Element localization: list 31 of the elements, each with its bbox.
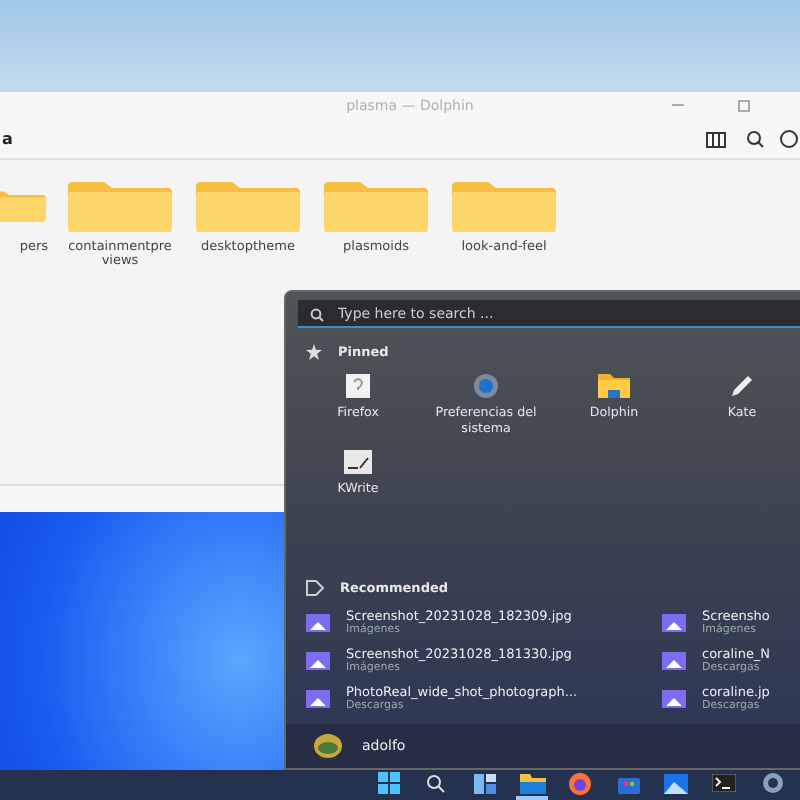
unknown-app-icon: [344, 372, 372, 400]
image-file-icon: [306, 689, 330, 707]
star-icon: [306, 344, 322, 360]
breadcrumb[interactable]: a: [2, 130, 706, 148]
folder-icon: [320, 180, 432, 232]
windows-logo-icon: [377, 772, 399, 794]
terminal-icon: [712, 774, 736, 792]
text-editor-icon: [342, 448, 374, 477]
image-file-icon: [662, 651, 686, 669]
avatar-icon: [314, 734, 342, 758]
folder-icon: [519, 773, 545, 793]
taskbar-button[interactable]: [516, 770, 548, 800]
columns-view-icon[interactable]: [706, 131, 726, 147]
taskbar-button[interactable]: [372, 770, 404, 800]
store-bag-icon: [617, 773, 639, 793]
widgets-icon: [473, 773, 495, 793]
mountain-photo-icon: [664, 773, 688, 793]
image-file-icon: [662, 613, 686, 631]
folder-icon: [448, 180, 560, 232]
pencil-icon: [728, 372, 756, 400]
image-file-icon: [662, 689, 686, 707]
search-icon: [310, 307, 324, 321]
image-file-icon: [306, 651, 330, 669]
search-icon: [426, 773, 446, 793]
folder-icon: [596, 372, 632, 400]
tag-icon: [306, 580, 324, 596]
menu-icon[interactable]: [780, 130, 798, 148]
search-icon[interactable]: [746, 130, 764, 148]
folder-icon: [64, 180, 176, 232]
image-file-icon: [306, 613, 330, 631]
folder-icon: [192, 180, 304, 232]
